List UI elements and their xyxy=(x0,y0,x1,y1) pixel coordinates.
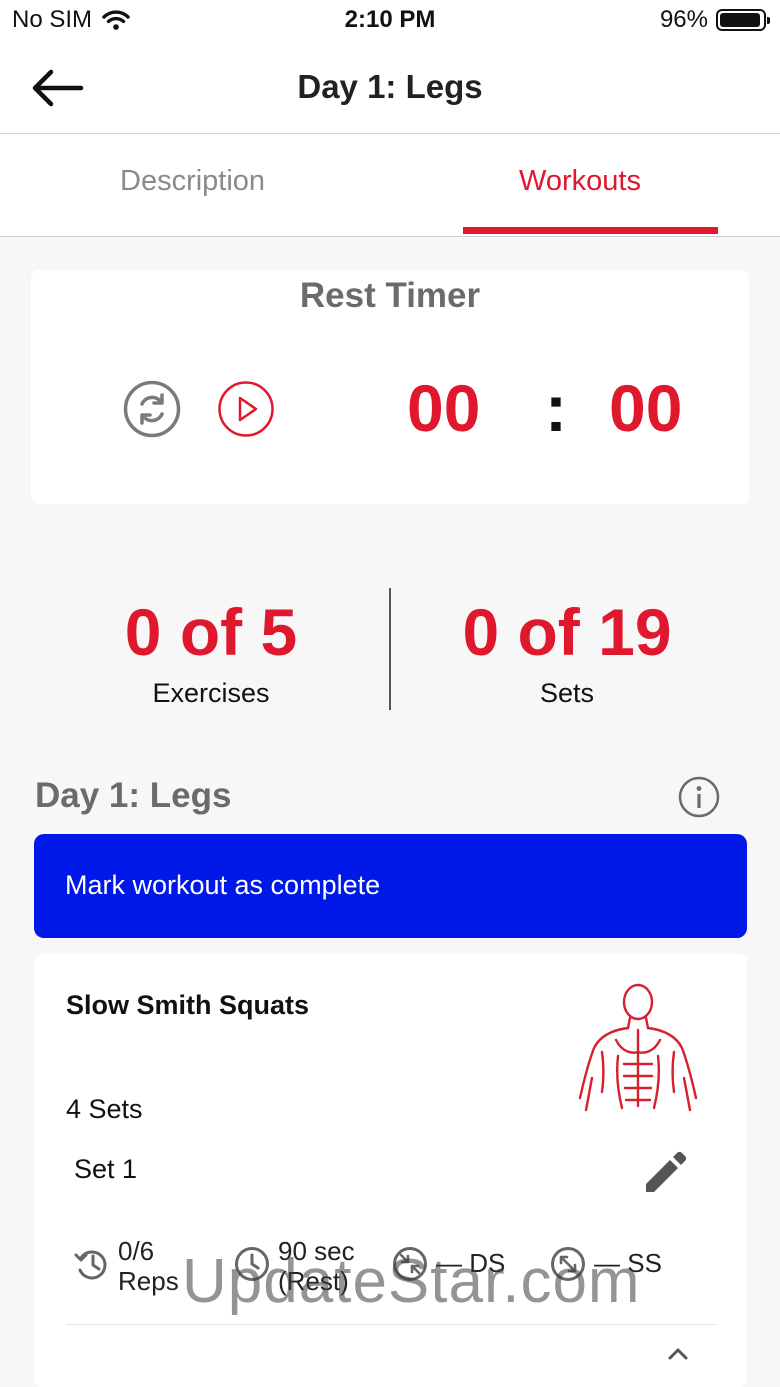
exercise-card[interactable]: Slow Smith Squats 4 Sets Set 1 0/6 Reps … xyxy=(34,954,747,1387)
muscle-figure-icon xyxy=(578,983,698,1112)
mark-complete-label: Mark workout as complete xyxy=(65,870,381,900)
navigation-bar: Day 1: Legs xyxy=(0,44,780,134)
chevron-up-icon[interactable] xyxy=(666,1342,690,1362)
status-bar: No SIM 2:10 PM 96% xyxy=(0,0,780,44)
tab-description[interactable]: Description xyxy=(120,165,265,198)
info-button[interactable] xyxy=(678,776,720,818)
edit-set-button[interactable] xyxy=(640,1148,690,1198)
reps-label: Reps xyxy=(118,1266,179,1296)
timer-minutes: 00 xyxy=(407,371,481,445)
exercises-stat: 0 of 5 Exercises xyxy=(46,594,376,709)
battery-level xyxy=(720,13,761,27)
history-icon xyxy=(74,1250,107,1280)
mark-complete-button[interactable]: Mark workout as complete xyxy=(34,834,747,938)
workout-section-title: Day 1: Legs xyxy=(35,776,232,815)
reps-value: 0/6 xyxy=(118,1236,155,1266)
exercise-sets-count: 4 Sets xyxy=(66,1094,143,1124)
play-icon xyxy=(218,381,274,437)
rest-timer-title: Rest Timer xyxy=(299,276,481,315)
status-right: 96% xyxy=(659,6,770,34)
reps-info: 0/6 Reps xyxy=(72,1236,179,1296)
exercises-count: 0 of 5 xyxy=(124,595,298,669)
tab-bar: Description Workouts xyxy=(0,135,780,237)
timer-separator: : xyxy=(545,371,567,445)
rest-timer-card: Rest Timer 00 : 00 xyxy=(31,270,749,504)
set-label: Set 1 xyxy=(74,1154,138,1184)
timer-play-button[interactable] xyxy=(217,380,275,438)
pencil-icon xyxy=(646,1151,687,1192)
sets-label: Sets xyxy=(539,678,595,708)
sets-count: 0 of 19 xyxy=(462,595,672,669)
info-icon xyxy=(678,776,720,818)
tab-workouts[interactable]: Workouts xyxy=(519,165,641,198)
reps-text: 0/6 Reps xyxy=(118,1236,179,1296)
battery-percent: 96% xyxy=(659,6,708,33)
page-title: Day 1: Legs xyxy=(297,68,483,105)
battery-icon xyxy=(716,9,770,31)
exercise-name: Slow Smith Squats xyxy=(66,990,310,1020)
exercises-label: Exercises xyxy=(152,678,270,708)
timer-reset-button[interactable] xyxy=(123,380,181,438)
sets-stat: 0 of 19 Sets xyxy=(402,594,732,709)
watermark-text: UpdateStar.com xyxy=(182,1247,641,1316)
set-divider xyxy=(66,1324,716,1325)
reset-icon xyxy=(123,380,181,438)
active-tab-indicator xyxy=(463,227,718,234)
timer-seconds: 00 xyxy=(609,371,683,445)
stats-divider xyxy=(389,588,391,710)
